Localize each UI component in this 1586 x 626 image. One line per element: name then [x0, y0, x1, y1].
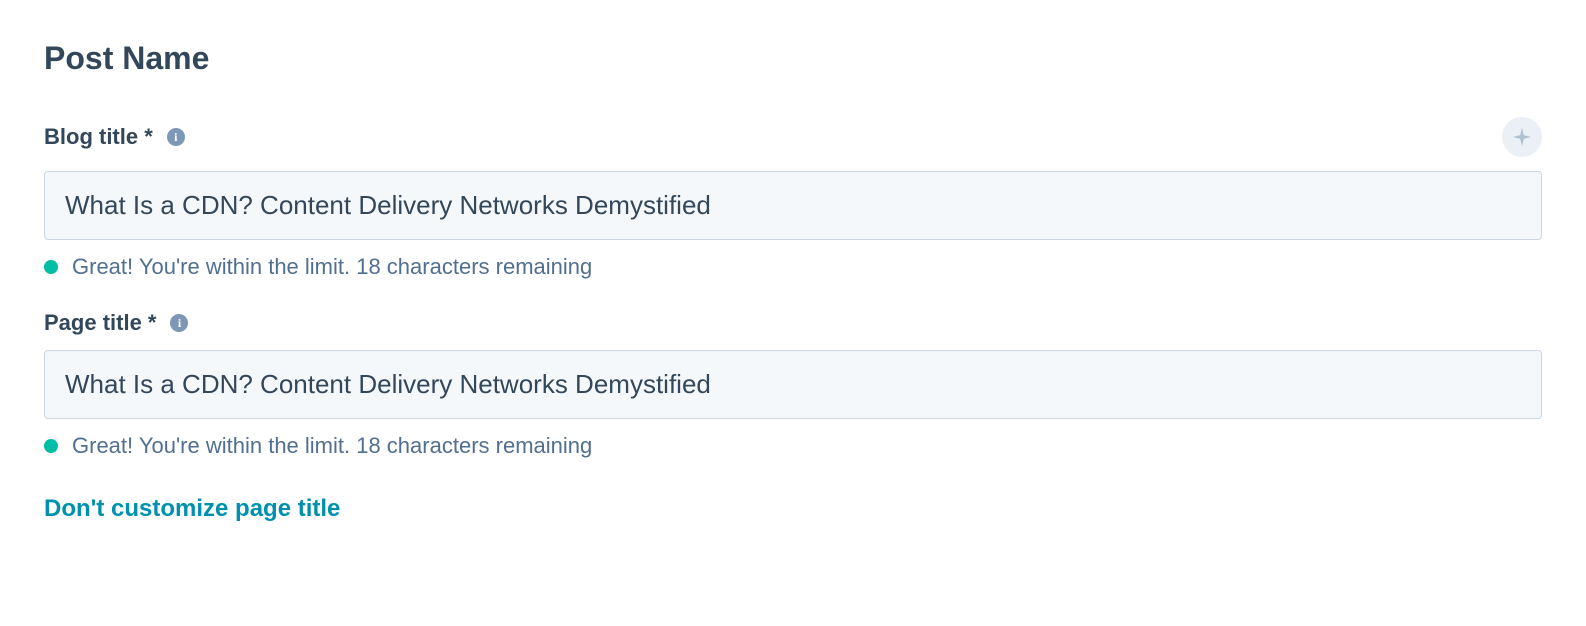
blog-title-input[interactable] — [44, 171, 1542, 240]
status-dot-icon — [44, 439, 58, 453]
blog-title-label: Blog title * — [44, 124, 153, 150]
blog-title-helper-text: Great! You're within the limit. 18 chara… — [72, 254, 592, 280]
page-title-helper-text: Great! You're within the limit. 18 chara… — [72, 433, 592, 459]
info-icon[interactable]: i — [170, 314, 188, 332]
ai-assist-button[interactable] — [1502, 117, 1542, 157]
blog-title-label-row: Blog title * i — [44, 117, 1542, 157]
page-title-field: Page title * i Great! You're within the … — [44, 310, 1542, 459]
info-icon[interactable]: i — [167, 128, 185, 146]
blog-title-helper: Great! You're within the limit. 18 chara… — [44, 254, 1542, 280]
page-title-input[interactable] — [44, 350, 1542, 419]
sparkle-icon — [1511, 126, 1533, 148]
page-title-label: Page title * — [44, 310, 156, 336]
toggle-customize-page-title-link[interactable]: Don't customize page title — [44, 495, 340, 523]
section-heading: Post Name — [44, 40, 1542, 77]
page-title-label-row: Page title * i — [44, 310, 1542, 336]
status-dot-icon — [44, 260, 58, 274]
blog-title-field: Blog title * i Great! You're within the … — [44, 117, 1542, 280]
page-title-helper: Great! You're within the limit. 18 chara… — [44, 433, 1542, 459]
